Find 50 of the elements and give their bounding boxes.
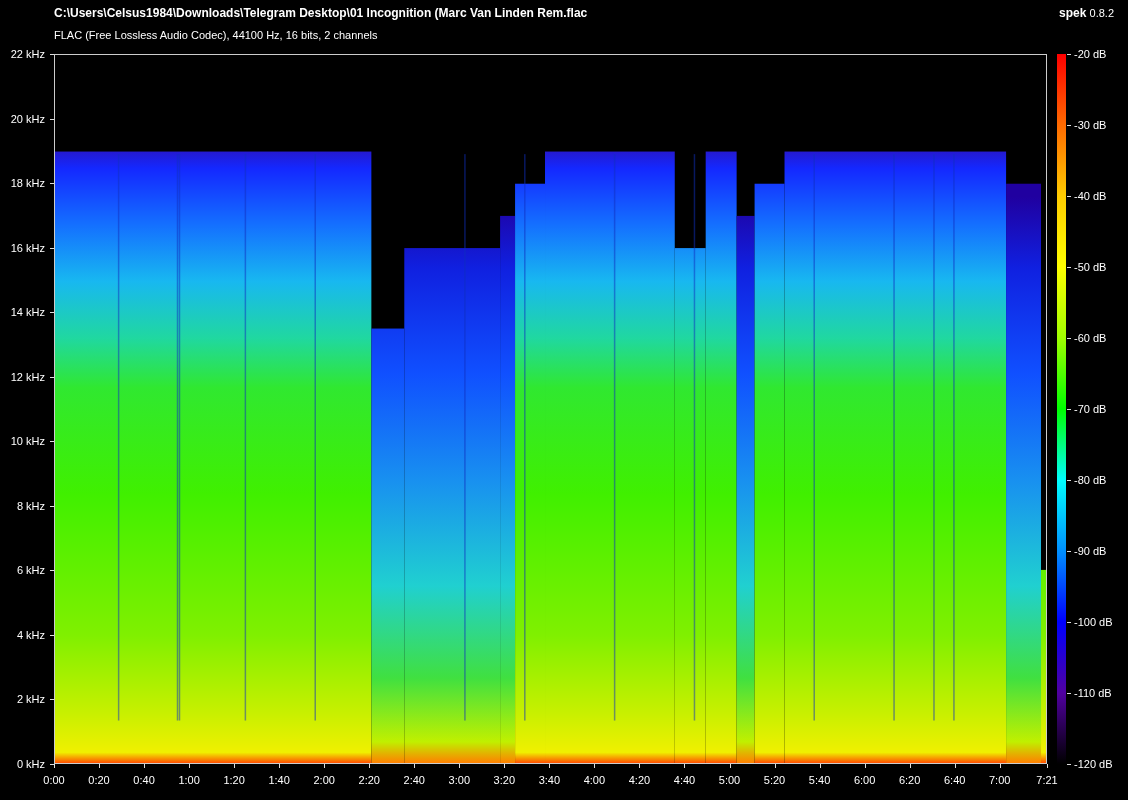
frequency-label: 18 kHz <box>10 177 45 190</box>
frequency-label: 16 kHz <box>10 241 45 254</box>
frequency-label: 0 kHz <box>16 758 45 770</box>
decibel-label: -30 dB <box>1074 119 1107 131</box>
time-label: 3:40 <box>538 774 561 786</box>
frequency-label: 6 kHz <box>16 564 45 577</box>
decibel-label: -100 dB <box>1074 616 1113 628</box>
time-label: 7:21 <box>1036 774 1058 786</box>
time-label: 4:00 <box>583 774 606 786</box>
decibel-label: -60 dB <box>1074 332 1107 344</box>
frequency-label: 20 kHz <box>10 112 45 125</box>
frequency-label: 4 kHz <box>16 628 45 641</box>
decibel-label: -50 dB <box>1074 261 1107 273</box>
time-label: 0:40 <box>133 774 155 786</box>
time-label: 7:00 <box>989 774 1011 786</box>
time-label: 2:20 <box>358 774 380 786</box>
time-label: 0:20 <box>88 774 110 786</box>
time-label: 3:20 <box>493 774 516 786</box>
frequency-label: 2 kHz <box>16 693 45 706</box>
time-label: 1:20 <box>223 774 245 786</box>
time-label: 5:20 <box>763 774 786 786</box>
time-label: 1:00 <box>178 774 200 786</box>
decibel-label: -40 dB <box>1074 190 1107 202</box>
time-label: 5:00 <box>718 774 741 786</box>
app-version: 0.8.2 <box>1089 7 1114 19</box>
time-label: 4:40 <box>673 774 696 786</box>
time-label: 2:00 <box>313 774 335 786</box>
frequency-label: 8 kHz <box>16 499 45 512</box>
time-label: 5:40 <box>808 774 831 786</box>
decibel-label: -80 dB <box>1074 474 1107 486</box>
time-label: 2:40 <box>403 774 425 786</box>
time-label: 6:20 <box>898 774 921 786</box>
decibel-label: -70 dB <box>1074 403 1107 415</box>
decibel-label: -20 dB <box>1074 48 1107 60</box>
time-label: 6:40 <box>943 774 966 786</box>
file-path-title: C:\Users\Celsus1984\Downloads\Telegram Desktop\01 Incognition (Marc Van Linden Rem.flac <box>54 6 588 20</box>
time-label: 0:00 <box>43 774 65 786</box>
frequency-label: 10 kHz <box>10 435 45 448</box>
time-label: 6:00 <box>853 774 876 786</box>
frequency-label: 12 kHz <box>10 370 45 383</box>
decibel-label: -110 dB <box>1074 687 1112 699</box>
frequency-label: 22 kHz <box>10 48 45 60</box>
app-name: spek <box>1059 6 1087 20</box>
decibel-label: -90 dB <box>1074 545 1107 557</box>
decibel-label: -120 dB <box>1074 758 1113 770</box>
frequency-label: 14 kHz <box>10 306 45 319</box>
time-label: 3:00 <box>448 774 470 786</box>
stream-info-text: FLAC (Free Lossless Audio Codec), 44100 Hz, 16 bits, 2 channels <box>54 29 378 41</box>
time-label: 4:20 <box>628 774 651 786</box>
time-label: 1:40 <box>268 774 290 786</box>
